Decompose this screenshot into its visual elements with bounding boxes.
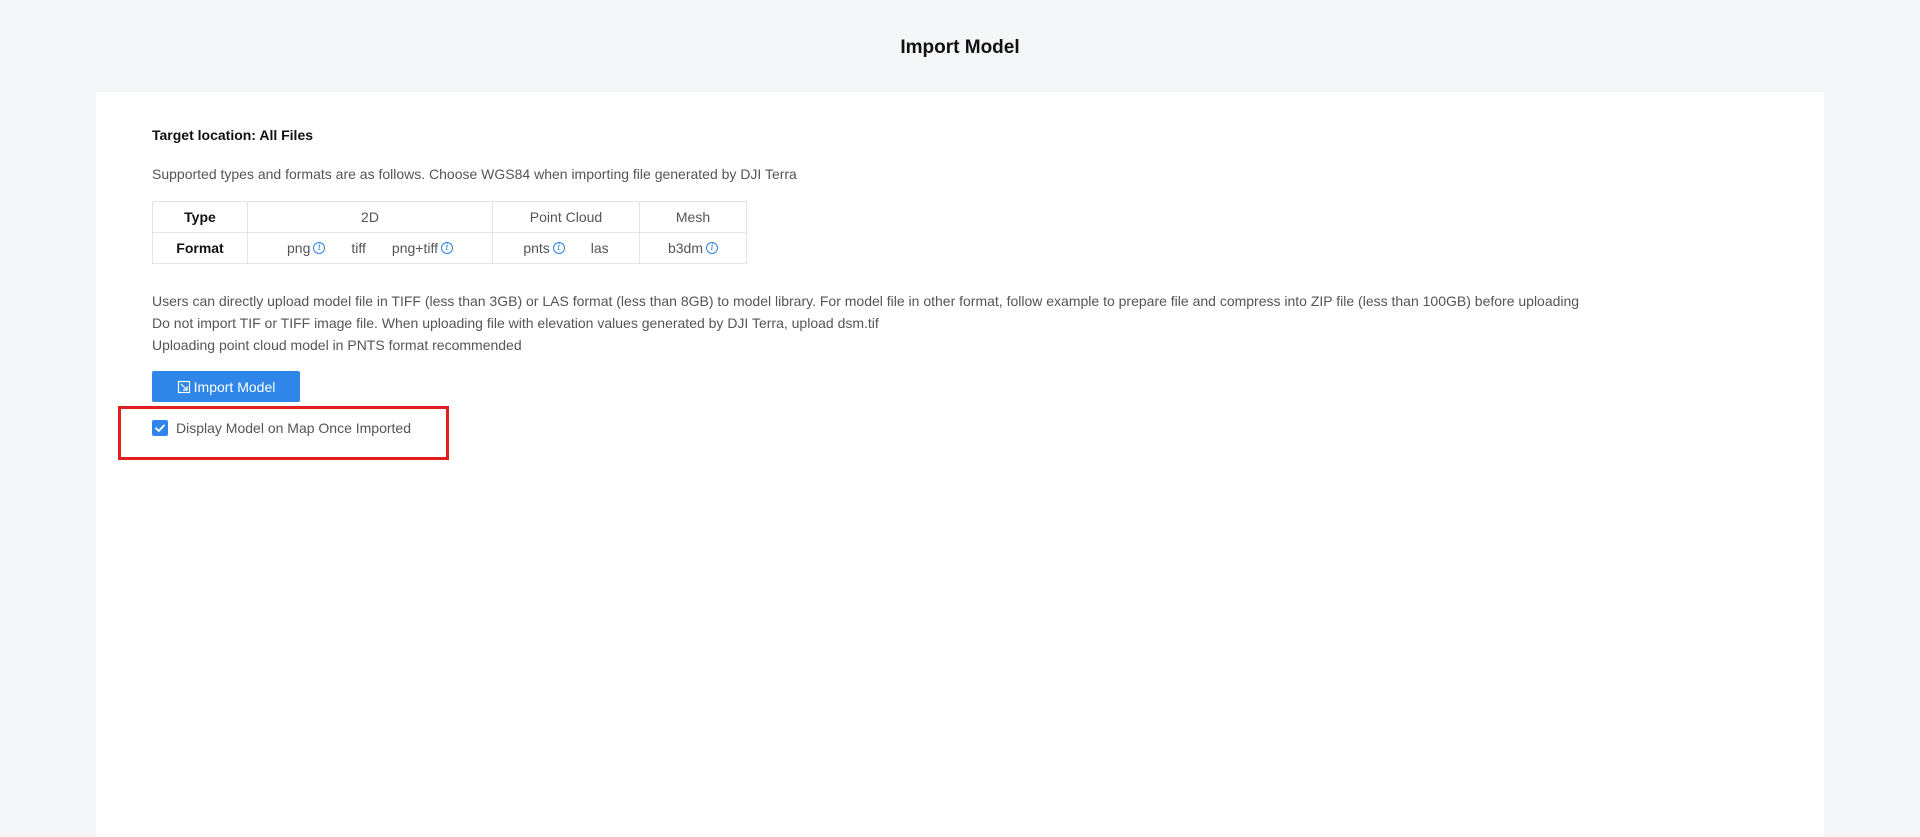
- page: Import Model Target location: All Files …: [0, 0, 1920, 837]
- format-png-label: png: [287, 240, 311, 256]
- format-las: las: [591, 240, 609, 256]
- check-icon[interactable]: [152, 420, 168, 436]
- info-icon[interactable]: i: [440, 242, 453, 254]
- format-table: Type 2D Point Cloud Mesh Format png i ti…: [152, 201, 747, 264]
- formats-point-cloud-cell: pnts i las: [492, 232, 640, 264]
- content-card: Target location: All Files Supported typ…: [96, 92, 1824, 837]
- format-tiff: tiff: [351, 240, 366, 256]
- page-title: Import Model: [900, 37, 1020, 58]
- format-pnts: pnts i: [523, 240, 565, 256]
- note-line: Users can directly upload model file in …: [152, 293, 1580, 309]
- type-2d: 2D: [247, 201, 493, 233]
- format-png-tiff-label: png+tiff: [391, 240, 438, 256]
- supported-formats-text: Supported types and formats are as follo…: [152, 166, 797, 182]
- upload-notes: Users can directly upload model file in …: [152, 290, 1579, 356]
- format-pnts-label: pnts: [523, 240, 550, 256]
- display-model-checkbox[interactable]: Display Model on Map Once Imported: [152, 420, 411, 436]
- type-point-cloud: Point Cloud: [492, 201, 640, 233]
- formats-2d-cell: png i tiff png+tiff i: [247, 232, 493, 264]
- type-header: Type: [152, 201, 248, 233]
- format-b3dm: b3dm i: [667, 240, 719, 256]
- format-tiff-label: tiff: [351, 240, 366, 256]
- info-icon[interactable]: i: [552, 242, 565, 254]
- format-las-label: las: [590, 240, 609, 256]
- import-model-button[interactable]: Import Model: [152, 371, 300, 402]
- import-model-button-label: Import Model: [193, 378, 276, 395]
- format-b3dm-label: b3dm: [667, 240, 704, 256]
- target-location: Target location: All Files: [152, 127, 314, 143]
- info-icon[interactable]: i: [313, 242, 326, 254]
- info-icon[interactable]: i: [706, 242, 719, 254]
- format-png-tiff: png+tiff i: [392, 240, 453, 256]
- import-icon: [177, 380, 191, 394]
- formats-mesh-cell: b3dm i: [639, 232, 747, 264]
- type-mesh: Mesh: [639, 201, 747, 233]
- format-header: Format: [152, 232, 248, 264]
- type-row: Type 2D Point Cloud Mesh: [152, 201, 747, 233]
- note-line: Uploading point cloud model in PNTS form…: [152, 337, 522, 353]
- note-line: Do not import TIF or TIFF image file. Wh…: [152, 315, 879, 331]
- format-png: png i: [287, 240, 326, 256]
- display-model-checkbox-label: Display Model on Map Once Imported: [176, 420, 411, 436]
- format-row: Format png i tiff png+tiff i pnts i las …: [152, 232, 747, 264]
